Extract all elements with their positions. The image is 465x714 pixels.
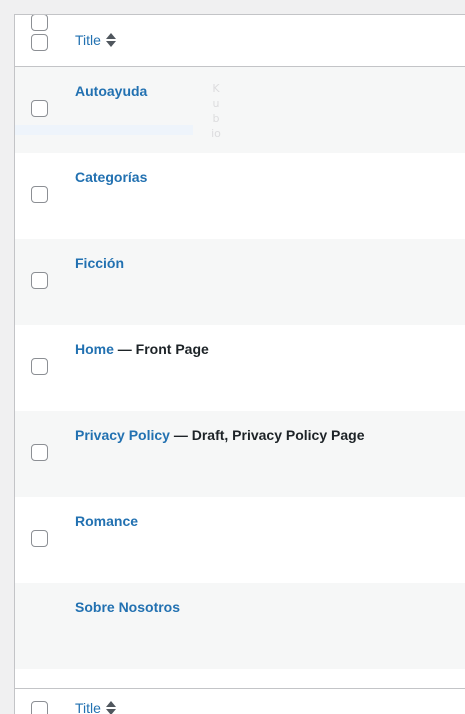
table-row: Autoayuda: [15, 15, 465, 153]
row-title-link[interactable]: Home: [75, 341, 114, 357]
row-title-link[interactable]: Sobre Nosotros: [75, 599, 180, 615]
table-row: Ficción: [15, 186, 465, 325]
table-header: Title: [15, 15, 465, 67]
title-column-footer[interactable]: Title: [75, 700, 116, 714]
table-row: Romance: [15, 444, 465, 583]
row-checkbox[interactable]: [31, 100, 48, 117]
sort-icon[interactable]: [105, 700, 116, 714]
row-title-link[interactable]: Privacy Policy: [75, 427, 170, 443]
row-title-link[interactable]: Categorías: [75, 169, 147, 185]
row-post-state: — Front Page: [113, 341, 209, 357]
pages-list-table: Title Autoayuda Categorías Ficción Home …: [14, 14, 465, 714]
select-all-checkbox-footer[interactable]: [31, 701, 48, 714]
sort-icon[interactable]: [105, 32, 116, 48]
title-column-header[interactable]: Title: [75, 32, 116, 48]
row-checkbox[interactable]: [31, 15, 48, 31]
row-checkbox[interactable]: [31, 444, 48, 461]
row-checkbox[interactable]: [31, 272, 48, 289]
row-title: Categorías: [75, 169, 147, 185]
row-title: Ficción: [75, 255, 124, 271]
title-column-footer-label[interactable]: Title: [75, 700, 101, 714]
row-title: Privacy Policy — Draft, Privacy Policy P…: [75, 427, 364, 443]
row-checkbox[interactable]: [31, 186, 48, 203]
select-all-checkbox[interactable]: [31, 34, 48, 51]
row-title: Home — Front Page: [75, 341, 209, 357]
row-highlight: [15, 125, 193, 135]
table-row: Categorías: [15, 100, 465, 239]
table-row: Sobre Nosotros: [15, 530, 465, 669]
table-row: Privacy Policy — Draft, Privacy Policy P…: [15, 358, 465, 497]
row-checkbox[interactable]: [31, 530, 48, 547]
row-checkbox[interactable]: [31, 358, 48, 375]
table-footer: Title: [15, 688, 465, 714]
title-column-label[interactable]: Title: [75, 32, 101, 48]
row-title: Sobre Nosotros: [75, 599, 180, 615]
row-post-state: — Draft, Privacy Policy Page: [169, 427, 365, 443]
row-title-link[interactable]: Autoayuda: [75, 83, 147, 99]
row-title: Autoayuda: [75, 83, 147, 99]
kubio-watermark: Kubio: [211, 82, 221, 140]
row-title-link[interactable]: Romance: [75, 513, 138, 529]
row-title-link[interactable]: Ficción: [75, 255, 124, 271]
table-row: Home — Front Page: [15, 272, 465, 411]
row-title: Romance: [75, 513, 138, 529]
